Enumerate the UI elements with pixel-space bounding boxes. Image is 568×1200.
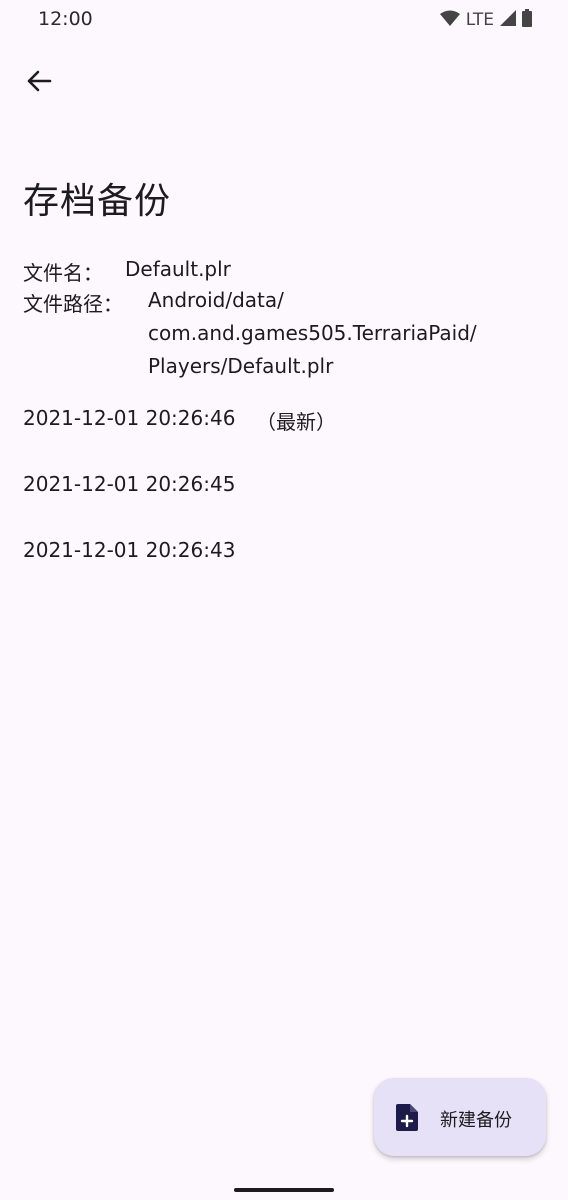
backup-list-item[interactable]: 2021-12-01 20:26:45: [0, 458, 568, 514]
latest-badge: （最新）: [256, 410, 336, 434]
backup-time: 2021-12-01 20:26:45: [23, 472, 236, 496]
back-button[interactable]: [18, 62, 60, 104]
arrow-back-icon: [26, 70, 52, 96]
page-title: 存档备份: [23, 181, 172, 222]
file-name-value: Default.plr: [125, 257, 231, 281]
backup-time: 2021-12-01 20:26:43: [23, 538, 236, 562]
file-path-line: Android/data/: [148, 288, 284, 312]
new-backup-button[interactable]: 新建备份: [374, 1078, 546, 1156]
file-path-line: Players/Default.plr: [148, 354, 334, 378]
backup-list-item[interactable]: 2021-12-01 20:26:43: [0, 524, 568, 580]
file-path-label: 文件路径：: [23, 292, 123, 316]
home-indicator: [234, 1188, 334, 1192]
network-type-label: LTE: [465, 10, 494, 30]
backup-time: 2021-12-01 20:26:46: [23, 406, 236, 430]
app-screen: 12:00 LTE 存档备份 文件名： Default.plr 文件路径： An…: [0, 0, 568, 1200]
file-name-label: 文件名：: [23, 261, 103, 285]
status-time: 12:00: [38, 8, 93, 30]
status-icons: LTE: [439, 9, 532, 31]
wifi-icon: [439, 10, 460, 31]
new-backup-label: 新建备份: [440, 1110, 512, 1131]
backup-list-item[interactable]: 2021-12-01 20:26:46 （最新）: [0, 392, 568, 448]
battery-icon: [522, 9, 532, 31]
file-path-line: com.and.games505.TerrariaPaid/: [148, 321, 477, 345]
add-file-icon: [396, 1104, 418, 1131]
signal-icon: [500, 10, 516, 30]
status-bar: 12:00 LTE: [0, 0, 568, 40]
